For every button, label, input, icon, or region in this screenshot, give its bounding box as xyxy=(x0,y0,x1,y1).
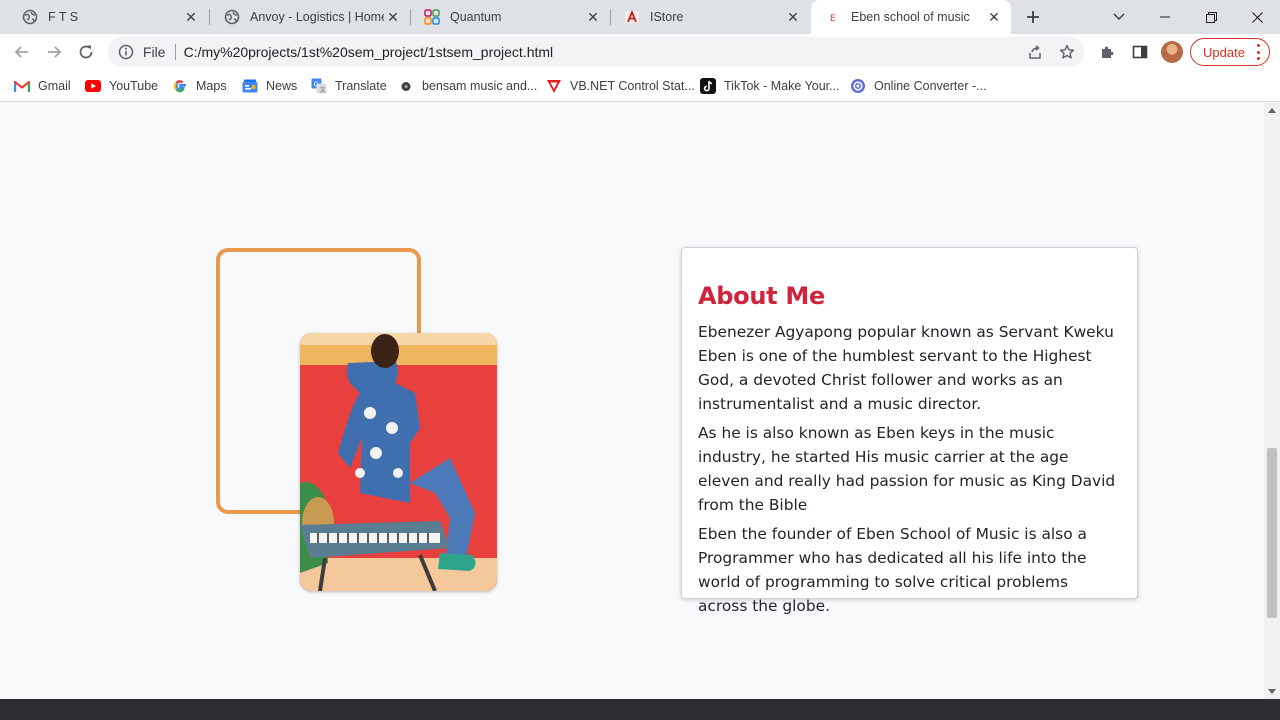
chevron-down-icon xyxy=(1113,13,1125,21)
bensam-music-icon xyxy=(398,78,414,94)
omnibox-divider xyxy=(174,44,176,60)
portrait-keyboardist-photo xyxy=(300,333,497,591)
scroll-up-arrow-icon[interactable] xyxy=(1268,108,1276,113)
svg-text:E: E xyxy=(830,14,836,24)
bookmark-gmail[interactable]: Gmail xyxy=(14,76,71,96)
scroll-down-arrow-icon[interactable] xyxy=(1268,689,1276,694)
scrollbar-thumb[interactable] xyxy=(1267,448,1277,618)
globe-icon xyxy=(224,9,240,25)
new-tab-button[interactable] xyxy=(1021,5,1045,29)
side-panel-icon[interactable] xyxy=(1130,42,1150,62)
profile-avatar[interactable] xyxy=(1161,41,1183,63)
forward-button[interactable] xyxy=(40,38,68,66)
star-icon[interactable] xyxy=(1058,43,1076,61)
page-footer xyxy=(0,699,1280,720)
reload-button[interactable] xyxy=(72,38,100,66)
bookmark-translate[interactable]: G文 Translate xyxy=(311,76,387,96)
tab-quantum[interactable]: Quantum ✕ xyxy=(410,0,610,34)
svg-text:文: 文 xyxy=(320,86,326,94)
address-bar[interactable]: File C:/my%20projects/1st%20sem_project/… xyxy=(108,37,1084,67)
about-title: About Me xyxy=(698,282,825,310)
bookmark-youtube[interactable]: YouTube xyxy=(85,76,158,96)
about-paragraph: Ebenezer Agyapong popular known as Serva… xyxy=(698,323,1114,413)
tab-strip: F T S ✕ Anvoy - Logistics | Home ✕ Quant… xyxy=(0,0,1280,34)
bookmark-label: Gmail xyxy=(38,79,71,93)
share-icon[interactable] xyxy=(1026,43,1044,61)
quantum-logo-icon xyxy=(424,9,440,25)
bookmark-label: VB.NET Control Stat... xyxy=(570,79,695,93)
close-icon[interactable]: ✕ xyxy=(584,8,602,26)
tab-istore[interactable]: IStore ✕ xyxy=(610,0,810,34)
youtube-icon xyxy=(85,78,101,94)
update-button[interactable]: Update xyxy=(1190,38,1270,66)
update-label: Update xyxy=(1203,44,1245,60)
url-text[interactable]: C:/my%20projects/1st%20sem_project/1stse… xyxy=(184,44,1084,60)
info-icon[interactable] xyxy=(117,43,135,61)
about-paragraph: As he is also known as Eben keys in the … xyxy=(698,424,1116,514)
bookmark-tiktok[interactable]: TikTok - Make Your... xyxy=(700,76,840,96)
close-icon[interactable]: ✕ xyxy=(384,8,402,26)
arrow-right-icon xyxy=(48,46,62,58)
gmail-icon xyxy=(14,78,30,94)
bookmark-label: TikTok - Make Your... xyxy=(724,79,840,93)
restore-button[interactable] xyxy=(1188,0,1234,34)
page-scrollbar[interactable] xyxy=(1264,103,1280,699)
about-me-card: About Me Ebenezer Agyapong popular known… xyxy=(681,247,1138,615)
arrow-left-icon xyxy=(14,46,28,58)
bookmark-maps[interactable]: Maps xyxy=(172,76,227,96)
close-icon xyxy=(1251,11,1263,23)
istore-logo-icon xyxy=(624,9,640,25)
bookmark-vbnet[interactable]: VB.NET Control Stat... xyxy=(546,76,695,96)
google-translate-icon: G文 xyxy=(311,78,327,94)
tab-search-button[interactable] xyxy=(1096,0,1142,34)
tab-fts[interactable]: F T S ✕ xyxy=(8,0,208,34)
browser-toolbar: File C:/my%20projects/1st%20sem_project/… xyxy=(0,34,1280,70)
about-paragraph: Eben the founder of Eben School of Music… xyxy=(698,525,1087,615)
google-maps-icon xyxy=(172,78,188,94)
extensions-puzzle-icon[interactable] xyxy=(1098,42,1118,62)
bookmark-label: Translate xyxy=(335,79,387,93)
tab-title: Quantum xyxy=(450,10,502,24)
close-window-button[interactable] xyxy=(1234,0,1280,34)
bookmarks-bar: Gmail YouTube Maps News G文 Translate ben… xyxy=(0,70,1280,102)
tab-title: IStore xyxy=(650,10,684,24)
bookmark-label: YouTube xyxy=(109,79,159,93)
bookmark-label: Online Converter -... xyxy=(874,79,987,93)
close-icon[interactable]: ✕ xyxy=(985,8,1003,26)
bookmark-label: News xyxy=(266,79,298,93)
close-icon[interactable]: ✕ xyxy=(784,8,802,26)
reload-icon xyxy=(79,45,93,59)
tab-anvoy[interactable]: Anvoy - Logistics | Home ✕ xyxy=(210,0,410,34)
more-vert-icon xyxy=(1256,44,1260,60)
vbnet-icon xyxy=(546,78,562,94)
google-news-icon xyxy=(242,78,258,94)
bookmark-label: bensam music and... xyxy=(422,79,538,93)
svg-text:G: G xyxy=(314,80,319,88)
tab-title: F T S xyxy=(48,10,79,24)
globe-icon xyxy=(22,9,38,25)
bookmark-online-converter[interactable]: Online Converter -... xyxy=(850,76,987,96)
tiktok-icon xyxy=(700,78,716,94)
url-scheme-label: File xyxy=(143,44,166,60)
restore-icon xyxy=(1205,11,1217,23)
minimize-button[interactable] xyxy=(1142,0,1188,34)
tab-eben-school[interactable]: E Eben school of music ✕ xyxy=(811,0,1011,34)
page-viewport: About Me Ebenezer Agyapong popular known… xyxy=(0,103,1264,699)
close-icon[interactable]: ✕ xyxy=(182,8,200,26)
online-converter-icon xyxy=(850,78,866,94)
minimize-icon xyxy=(1160,16,1170,18)
bookmark-bensam-music[interactable]: bensam music and... xyxy=(398,76,537,96)
back-button[interactable] xyxy=(8,38,36,66)
tab-title: Eben school of music xyxy=(851,10,970,24)
tab-title: Anvoy - Logistics | Home xyxy=(250,10,384,24)
bookmark-news[interactable]: News xyxy=(242,76,297,96)
bookmark-label: Maps xyxy=(196,79,227,93)
eben-favicon-icon: E xyxy=(825,9,841,25)
